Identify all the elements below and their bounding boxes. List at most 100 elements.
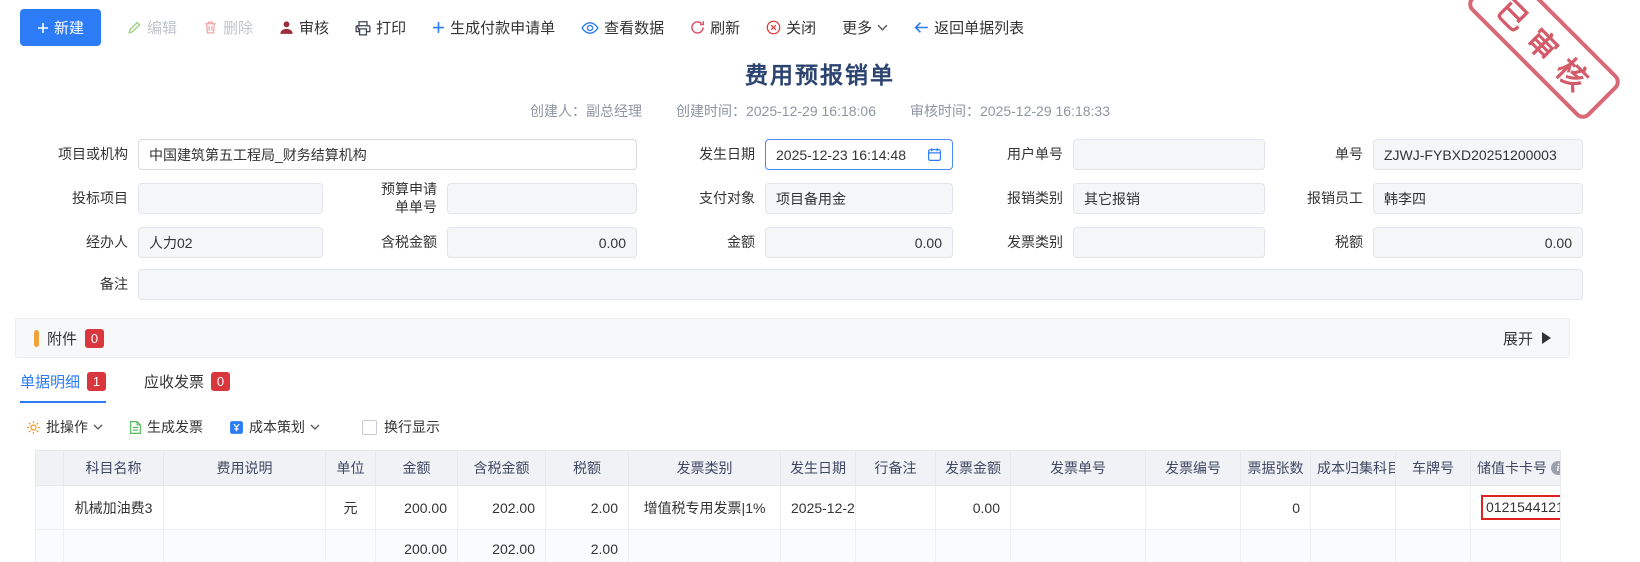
pencil-icon xyxy=(127,20,142,35)
close-label: 关闭 xyxy=(786,17,816,38)
cell-ticket-count[interactable]: 0 xyxy=(1241,486,1311,530)
col-expense-desc[interactable]: 费用说明 xyxy=(164,451,326,486)
amount-field[interactable]: 0.00 xyxy=(765,227,953,258)
remark-field[interactable] xyxy=(138,269,1583,300)
col-stored-card-no[interactable]: 储值卡卡号i xyxy=(1471,451,1561,486)
total-empty xyxy=(1396,530,1471,562)
attachment-marker-icon xyxy=(34,330,39,347)
total-empty xyxy=(326,530,376,562)
cost-plan-button[interactable]: 成本策划 xyxy=(229,417,320,437)
doc-no-field[interactable]: ZJWJ-FYBXD20251200003 xyxy=(1373,139,1583,170)
calendar-icon[interactable] xyxy=(927,147,942,162)
cell-invoice-amount[interactable]: 0.00 xyxy=(936,486,1011,530)
cell-tax-incl-amount[interactable]: 202.00 xyxy=(458,486,546,530)
cell-invoice-no[interactable] xyxy=(1146,486,1241,530)
operator-field[interactable]: 人力02 xyxy=(138,227,323,258)
cell-subject-name[interactable]: 机械加油费3 xyxy=(64,486,164,530)
edit-button[interactable]: 编辑 xyxy=(127,17,177,38)
generate-invoice-button[interactable]: 生成发票 xyxy=(129,417,203,437)
back-to-list-button[interactable]: 返回单据列表 xyxy=(914,17,1024,38)
col-tax-incl-amount[interactable]: 含税金额 xyxy=(458,451,546,486)
cell-tax[interactable]: 2.00 xyxy=(546,486,629,530)
cell-occur-date[interactable]: 2025-12-23 xyxy=(781,486,856,530)
doc-no-label: 单号 xyxy=(1273,146,1365,164)
total-empty xyxy=(1011,530,1146,562)
wrap-display-checkbox[interactable] xyxy=(362,420,377,435)
col-amount[interactable]: 金额 xyxy=(376,451,458,486)
total-tax-incl-amount: 202.00 xyxy=(458,530,546,562)
attachment-bar[interactable]: 附件 0 展开 xyxy=(15,318,1570,358)
chevron-down-icon xyxy=(93,424,103,430)
cell-expense-desc[interactable] xyxy=(164,486,326,530)
batch-operate-button[interactable]: 批操作 xyxy=(26,417,103,437)
new-button[interactable]: 新建 xyxy=(20,9,101,46)
close-button[interactable]: 关闭 xyxy=(766,17,816,38)
wrap-display-toggle[interactable]: 换行显示 xyxy=(346,417,440,437)
col-cost-subject[interactable]: 成本归集科目 xyxy=(1311,451,1396,486)
audit-button[interactable]: 审核 xyxy=(279,17,329,38)
reimburse-type-field[interactable]: 其它报销 xyxy=(1073,183,1265,214)
invoice-type-field[interactable] xyxy=(1073,227,1265,258)
doc-no-value: ZJWJ-FYBXD20251200003 xyxy=(1384,147,1557,163)
col-invoice-amount[interactable]: 发票金额 xyxy=(936,451,1011,486)
refresh-label: 刷新 xyxy=(710,17,740,38)
cell-stored-card-no[interactable]: 0121544121 xyxy=(1471,486,1561,530)
view-data-button[interactable]: 查看数据 xyxy=(581,17,664,38)
cell-row-remark[interactable] xyxy=(856,486,936,530)
user-doc-no-field[interactable] xyxy=(1073,139,1265,170)
project-org-field[interactable]: 中国建筑第五工程局_财务结算机构 i xyxy=(138,139,637,170)
project-org-label: 项目或机构 xyxy=(40,146,130,164)
cell-unit[interactable]: 元 xyxy=(326,486,376,530)
total-empty xyxy=(1311,530,1396,562)
close-circle-icon xyxy=(766,20,781,35)
col-plate-no[interactable]: 车牌号 xyxy=(1396,451,1471,486)
bid-project-field[interactable] xyxy=(138,183,323,214)
refresh-button[interactable]: 刷新 xyxy=(690,17,740,38)
generate-payment-button[interactable]: 生成付款申请单 xyxy=(432,17,555,38)
info-icon[interactable]: i xyxy=(1551,461,1561,475)
tab-doc-detail[interactable]: 单据明细 1 xyxy=(20,371,106,403)
doc-form: 项目或机构 中国建筑第五工程局_财务结算机构 i 发生日期 2025-12-23… xyxy=(40,139,1570,300)
table-row[interactable]: 机械加油费3 元 200.00 202.00 2.00 增值税专用发票|1% 2… xyxy=(36,486,1561,530)
reimburse-emp-field[interactable]: 韩李四 xyxy=(1373,183,1583,214)
cell-amount[interactable]: 200.00 xyxy=(376,486,458,530)
occur-date-field[interactable]: 2025-12-23 16:14:48 xyxy=(765,139,953,170)
detail-tabs: 单据明细 1 应收发票 0 xyxy=(20,371,1640,403)
col-invoice-type[interactable]: 发票类别 xyxy=(629,451,781,486)
delete-button-label: 删除 xyxy=(223,17,253,38)
expand-button[interactable]: 展开 xyxy=(1503,328,1551,349)
col-row-remark[interactable]: 行备注 xyxy=(856,451,936,486)
col-subject-name[interactable]: 科目名称 xyxy=(64,451,164,486)
highlighted-stored-card-value[interactable]: 0121544121 xyxy=(1481,495,1561,520)
table-toolbar: 批操作 生成发票 成本策划 换行显示 xyxy=(26,417,1640,437)
col-invoice-doc-no[interactable]: 发票单号 xyxy=(1011,451,1146,486)
generate-invoice-label: 生成发票 xyxy=(147,417,203,437)
toolbar: 新建 编辑 删除 审核 打印 生成付款申请单 查看数据 刷新 关闭 更多 返回单 xyxy=(0,0,1640,52)
tax-field[interactable]: 0.00 xyxy=(1373,227,1583,258)
cell-invoice-type[interactable]: 增值税专用发票|1% xyxy=(629,486,781,530)
total-empty xyxy=(1471,530,1561,562)
more-button[interactable]: 更多 xyxy=(842,17,888,38)
print-button[interactable]: 打印 xyxy=(355,17,406,38)
col-tax[interactable]: 税额 xyxy=(546,451,629,486)
row-handle[interactable] xyxy=(36,486,64,530)
tax-incl-field[interactable]: 0.00 xyxy=(447,227,637,258)
more-label: 更多 xyxy=(842,17,872,38)
cell-invoice-doc-no[interactable] xyxy=(1011,486,1146,530)
cell-plate-no[interactable] xyxy=(1396,486,1471,530)
col-invoice-no[interactable]: 发票编号 xyxy=(1146,451,1241,486)
budget-req-no-field[interactable] xyxy=(447,183,637,214)
delete-button[interactable]: 删除 xyxy=(203,17,253,38)
detail-table: 科目名称 费用说明 单位 金额 含税金额 税额 发票类别 发生日期 行备注 发票… xyxy=(35,450,1561,562)
total-tax: 2.00 xyxy=(546,530,629,562)
reimburse-type-label: 报销类别 xyxy=(961,190,1065,208)
attachment-count-badge: 0 xyxy=(85,329,104,348)
cell-cost-subject[interactable] xyxy=(1311,486,1396,530)
tab-doc-detail-label: 单据明细 xyxy=(20,371,80,392)
refresh-icon xyxy=(690,20,705,35)
col-ticket-count[interactable]: 票据张数 xyxy=(1241,451,1311,486)
pay-target-field[interactable]: 项目备用金 xyxy=(765,183,953,214)
col-unit[interactable]: 单位 xyxy=(326,451,376,486)
tab-receivable-invoice[interactable]: 应收发票 0 xyxy=(144,371,230,403)
col-occur-date[interactable]: 发生日期 xyxy=(781,451,856,486)
